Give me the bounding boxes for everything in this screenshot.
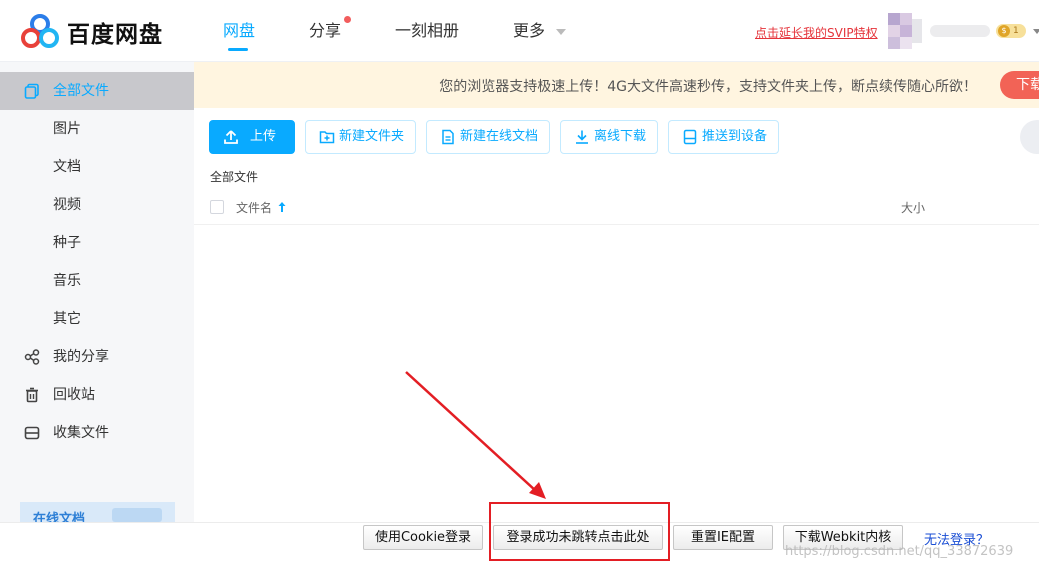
- banner-message: 您的浏览器支持极速上传！4G大文件高速秒传，支持文件夹上传，断点续传随心所欲！: [439, 79, 977, 95]
- sidebar-item-videos[interactable]: 视频: [0, 186, 194, 224]
- file-list-header: 文件名 大小: [194, 192, 1039, 225]
- nav-tab-netdisk[interactable]: 网盘: [223, 0, 255, 62]
- view-toggle-button[interactable]: [1020, 120, 1039, 154]
- svip-renew-link[interactable]: 点击延长我的SVIP特权: [755, 24, 878, 41]
- sidebar-item-label: 收集文件: [53, 425, 109, 441]
- document-icon: [442, 129, 454, 145]
- app-window: 百度网盘 网盘 分享 一刻相册 更多 点击延长我的SVIP特权 $ 1 全部文件: [0, 0, 1039, 570]
- logo-text[interactable]: 百度网盘: [67, 15, 163, 49]
- upload-icon: [224, 130, 238, 144]
- sidebar-item-label: 回收站: [53, 387, 95, 403]
- upload-button[interactable]: 上传: [209, 120, 295, 154]
- sidebar-item-all-files[interactable]: 全部文件: [0, 72, 194, 110]
- upload-label: 上传: [250, 129, 277, 144]
- vip-level-text: 1: [1013, 26, 1019, 36]
- online-doc-promo[interactable]: 在线文档: [20, 502, 175, 522]
- download-icon: [576, 130, 588, 144]
- coin-icon: $: [998, 25, 1010, 37]
- new-folder-label: 新建文件夹: [339, 129, 405, 144]
- new-online-doc-button[interactable]: 新建在线文档: [426, 120, 550, 154]
- sidebar-item-other[interactable]: 其它: [0, 300, 194, 338]
- watermark-text: https://blog.csdn.net/qq_33872639: [785, 544, 1014, 559]
- sidebar: 全部文件 图片 文档 视频 种子 音乐 其它 我的分享 回收站 收集文件: [0, 62, 194, 522]
- cookie-login-button[interactable]: 使用Cookie登录: [363, 525, 483, 550]
- column-header-name[interactable]: 文件名: [236, 199, 272, 216]
- sidebar-item-label: 视频: [53, 197, 81, 213]
- top-header: 百度网盘 网盘 分享 一刻相册 更多 点击延长我的SVIP特权 $ 1: [0, 0, 1039, 62]
- notification-dot: [344, 16, 351, 23]
- breadcrumb[interactable]: 全部文件: [210, 168, 258, 185]
- files-icon: [24, 83, 39, 99]
- new-folder-icon: [319, 131, 335, 144]
- sidebar-item-collect-files[interactable]: 收集文件: [0, 414, 194, 452]
- chevron-down-icon[interactable]: [556, 29, 566, 35]
- offline-download-button[interactable]: 离线下载: [560, 120, 658, 154]
- nav-tab-share[interactable]: 分享: [309, 0, 341, 62]
- sidebar-item-label: 音乐: [53, 273, 81, 289]
- nav-tab-more[interactable]: 更多: [513, 0, 545, 62]
- promo-text: 在线文档: [33, 512, 86, 522]
- collect-icon: [24, 426, 40, 440]
- nav-active-underline: [228, 48, 248, 51]
- reset-ie-config-button[interactable]: 重置IE配置: [673, 525, 773, 550]
- sidebar-item-label: 全部文件: [53, 83, 109, 99]
- banner-download-button[interactable]: 下载: [1000, 71, 1039, 99]
- sidebar-item-label: 文档: [53, 159, 81, 175]
- sidebar-item-images[interactable]: 图片: [0, 110, 194, 148]
- push-to-device-label: 推送到设备: [702, 129, 768, 144]
- new-folder-button[interactable]: 新建文件夹: [305, 120, 416, 154]
- device-icon: [683, 129, 697, 145]
- sidebar-item-documents[interactable]: 文档: [0, 148, 194, 186]
- new-online-doc-label: 新建在线文档: [460, 129, 539, 144]
- push-to-device-button[interactable]: 推送到设备: [668, 120, 779, 154]
- sidebar-item-label: 我的分享: [53, 349, 109, 365]
- select-all-checkbox[interactable]: [210, 200, 224, 214]
- sidebar-item-recycle-bin[interactable]: 回收站: [0, 376, 194, 414]
- offline-download-label: 离线下载: [594, 129, 647, 144]
- annotation-highlight-box: [489, 502, 670, 561]
- vip-level-badge[interactable]: $ 1: [996, 24, 1026, 38]
- share-icon: [24, 349, 40, 365]
- username-blurred[interactable]: [930, 25, 990, 37]
- sidebar-item-music[interactable]: 音乐: [0, 262, 194, 300]
- promo-illustration: [112, 508, 162, 522]
- avatar[interactable]: [888, 13, 924, 49]
- trash-icon: [26, 387, 38, 403]
- nav-tab-album[interactable]: 一刻相册: [395, 0, 459, 62]
- upload-tip-banner: 您的浏览器支持极速上传！4G大文件高速秒传，支持文件夹上传，断点续传随心所欲！ …: [194, 62, 1039, 108]
- sidebar-item-label: 其它: [53, 311, 81, 327]
- sort-ascending-icon[interactable]: [277, 201, 287, 213]
- user-menu-chevron-icon[interactable]: [1033, 29, 1039, 34]
- sidebar-item-label: 图片: [53, 121, 81, 137]
- sidebar-item-torrents[interactable]: 种子: [0, 224, 194, 262]
- sidebar-item-my-shares[interactable]: 我的分享: [0, 338, 194, 376]
- sidebar-item-label: 种子: [53, 235, 81, 251]
- baidu-netdisk-logo-icon[interactable]: [20, 13, 60, 49]
- column-header-size[interactable]: 大小: [901, 199, 925, 216]
